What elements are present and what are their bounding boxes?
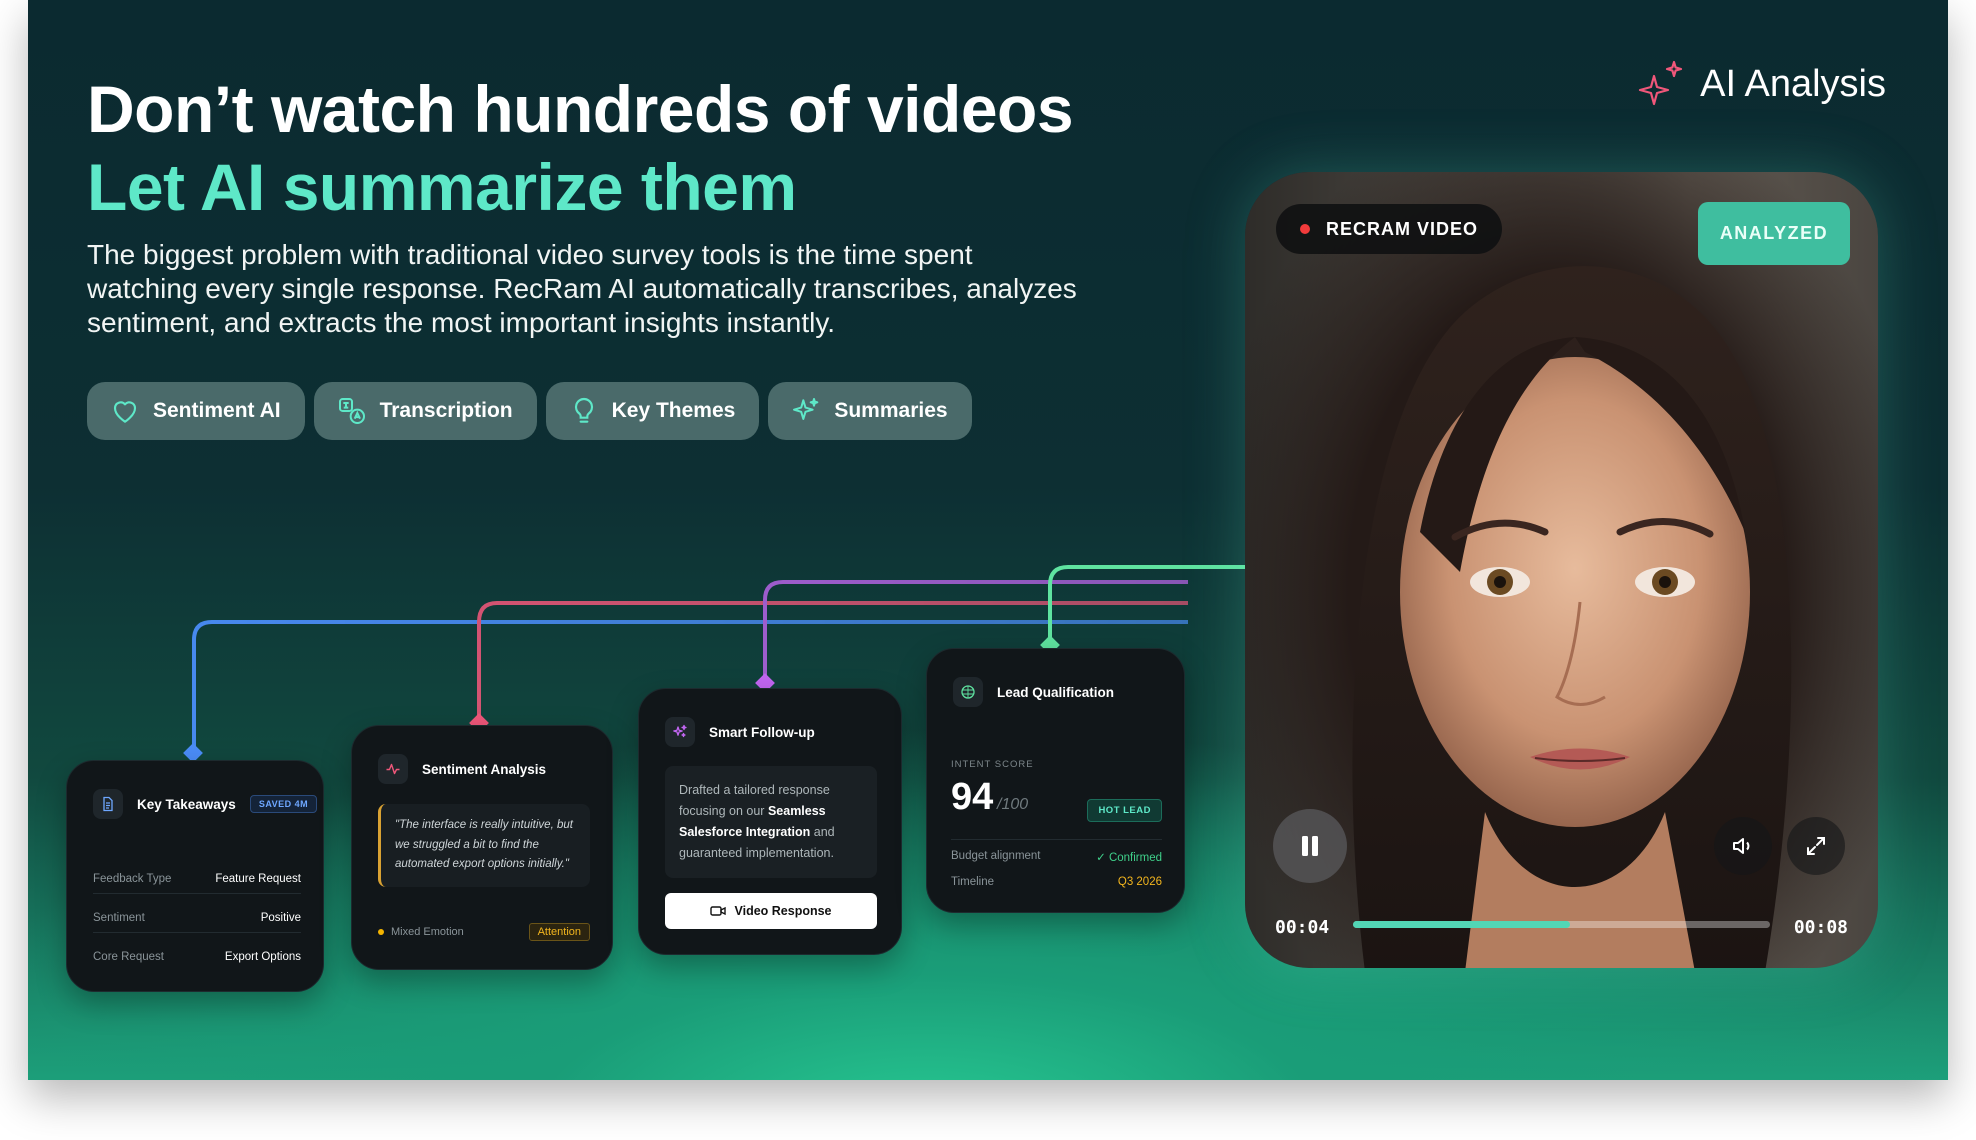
intent-score-label: INTENT SCORE — [951, 759, 1034, 770]
intent-score-value: 94 — [951, 776, 994, 818]
progress-fill — [1353, 921, 1570, 928]
recording-dot-icon — [1300, 224, 1310, 234]
expand-icon — [1807, 837, 1825, 855]
row-value: Positive — [260, 912, 301, 924]
card-title: Smart Follow-up — [709, 724, 815, 740]
sentiment-analysis-card: Sentiment Analysis "The interface is rea… — [351, 725, 613, 970]
pause-button[interactable] — [1273, 809, 1347, 883]
key-takeaways-card: Key Takeaways SAVED 4M Feedback Type Fea… — [66, 760, 324, 992]
row-value: ✓ Confirmed — [1096, 852, 1162, 864]
card-title: Sentiment Analysis — [422, 761, 547, 777]
row-value: Feature Request — [215, 873, 301, 885]
card-header: Sentiment Analysis — [378, 754, 546, 784]
intent-score-max: /100 — [997, 796, 1029, 813]
mixed-emotion-status: Mixed Emotion — [378, 926, 464, 938]
volume-button[interactable] — [1714, 817, 1772, 875]
document-icon — [93, 789, 123, 819]
card-header: Smart Follow-up — [665, 717, 815, 747]
lead-qualification-card: Lead Qualification INTENT SCORE 94 /100 … — [926, 648, 1185, 913]
followup-draft: Drafted a tailored response focusing on … — [665, 766, 877, 878]
row-key: Budget alignment — [951, 850, 1041, 862]
card-header: Lead Qualification — [953, 677, 1114, 707]
volume-icon — [1733, 838, 1750, 854]
video-response-button[interactable]: Video Response — [665, 893, 877, 929]
status-label: Mixed Emotion — [391, 926, 464, 938]
divider — [951, 839, 1162, 840]
magic-icon — [665, 717, 695, 747]
pause-icon — [1302, 836, 1318, 856]
row-key: Timeline — [951, 876, 995, 888]
source-label: RECRAM VIDEO — [1326, 218, 1479, 239]
current-time: 00:04 — [1275, 917, 1330, 938]
video-player[interactable]: RECRAM VIDEO ANALYZED 00:04 00:08 — [1245, 172, 1878, 968]
target-icon — [953, 677, 983, 707]
sentiment-status-row: Mixed Emotion Attention — [378, 923, 590, 941]
card-header: Key Takeaways SAVED 4M — [93, 789, 318, 819]
progress-track[interactable] — [1353, 921, 1770, 928]
row-key: Sentiment — [93, 912, 145, 924]
takeaway-row: Sentiment Positive — [93, 912, 301, 933]
status-dot-icon — [378, 929, 384, 936]
hot-lead-badge: HOT LEAD — [1087, 799, 1162, 822]
card-title: Lead Qualification — [997, 684, 1115, 700]
row-value: Export Options — [224, 951, 301, 963]
sentiment-quote: "The interface is really intuitive, but … — [378, 804, 590, 887]
attention-badge: Attention — [528, 923, 590, 941]
button-label: Video Response — [734, 904, 832, 918]
takeaway-row: Core Request Export Options — [93, 951, 301, 971]
connector-green — [1048, 565, 1248, 645]
row-key: Core Request — [93, 951, 164, 963]
fullscreen-button[interactable] — [1787, 817, 1845, 875]
lead-row: Budget alignment ✓ Confirmed — [951, 850, 1162, 864]
takeaway-row: Feedback Type Feature Request — [93, 873, 301, 894]
card-title: Key Takeaways — [137, 796, 236, 812]
row-key: Feedback Type — [93, 873, 172, 885]
recram-video-label: RECRAM VIDEO — [1276, 204, 1503, 254]
video-camera-icon — [710, 906, 727, 916]
pulse-icon — [378, 754, 408, 784]
saved-badge: SAVED 4M — [249, 795, 318, 813]
row-value: Q3 2026 — [1117, 876, 1162, 888]
hero-banner: Don’t watch hundreds of videos Let AI su… — [28, 0, 1948, 1080]
lead-row: Timeline Q3 2026 — [951, 876, 1162, 888]
total-time: 00:08 — [1793, 917, 1848, 938]
smart-followup-card: Smart Follow-up Drafted a tailored respo… — [638, 688, 902, 955]
analyzed-badge: ANALYZED — [1698, 202, 1850, 265]
